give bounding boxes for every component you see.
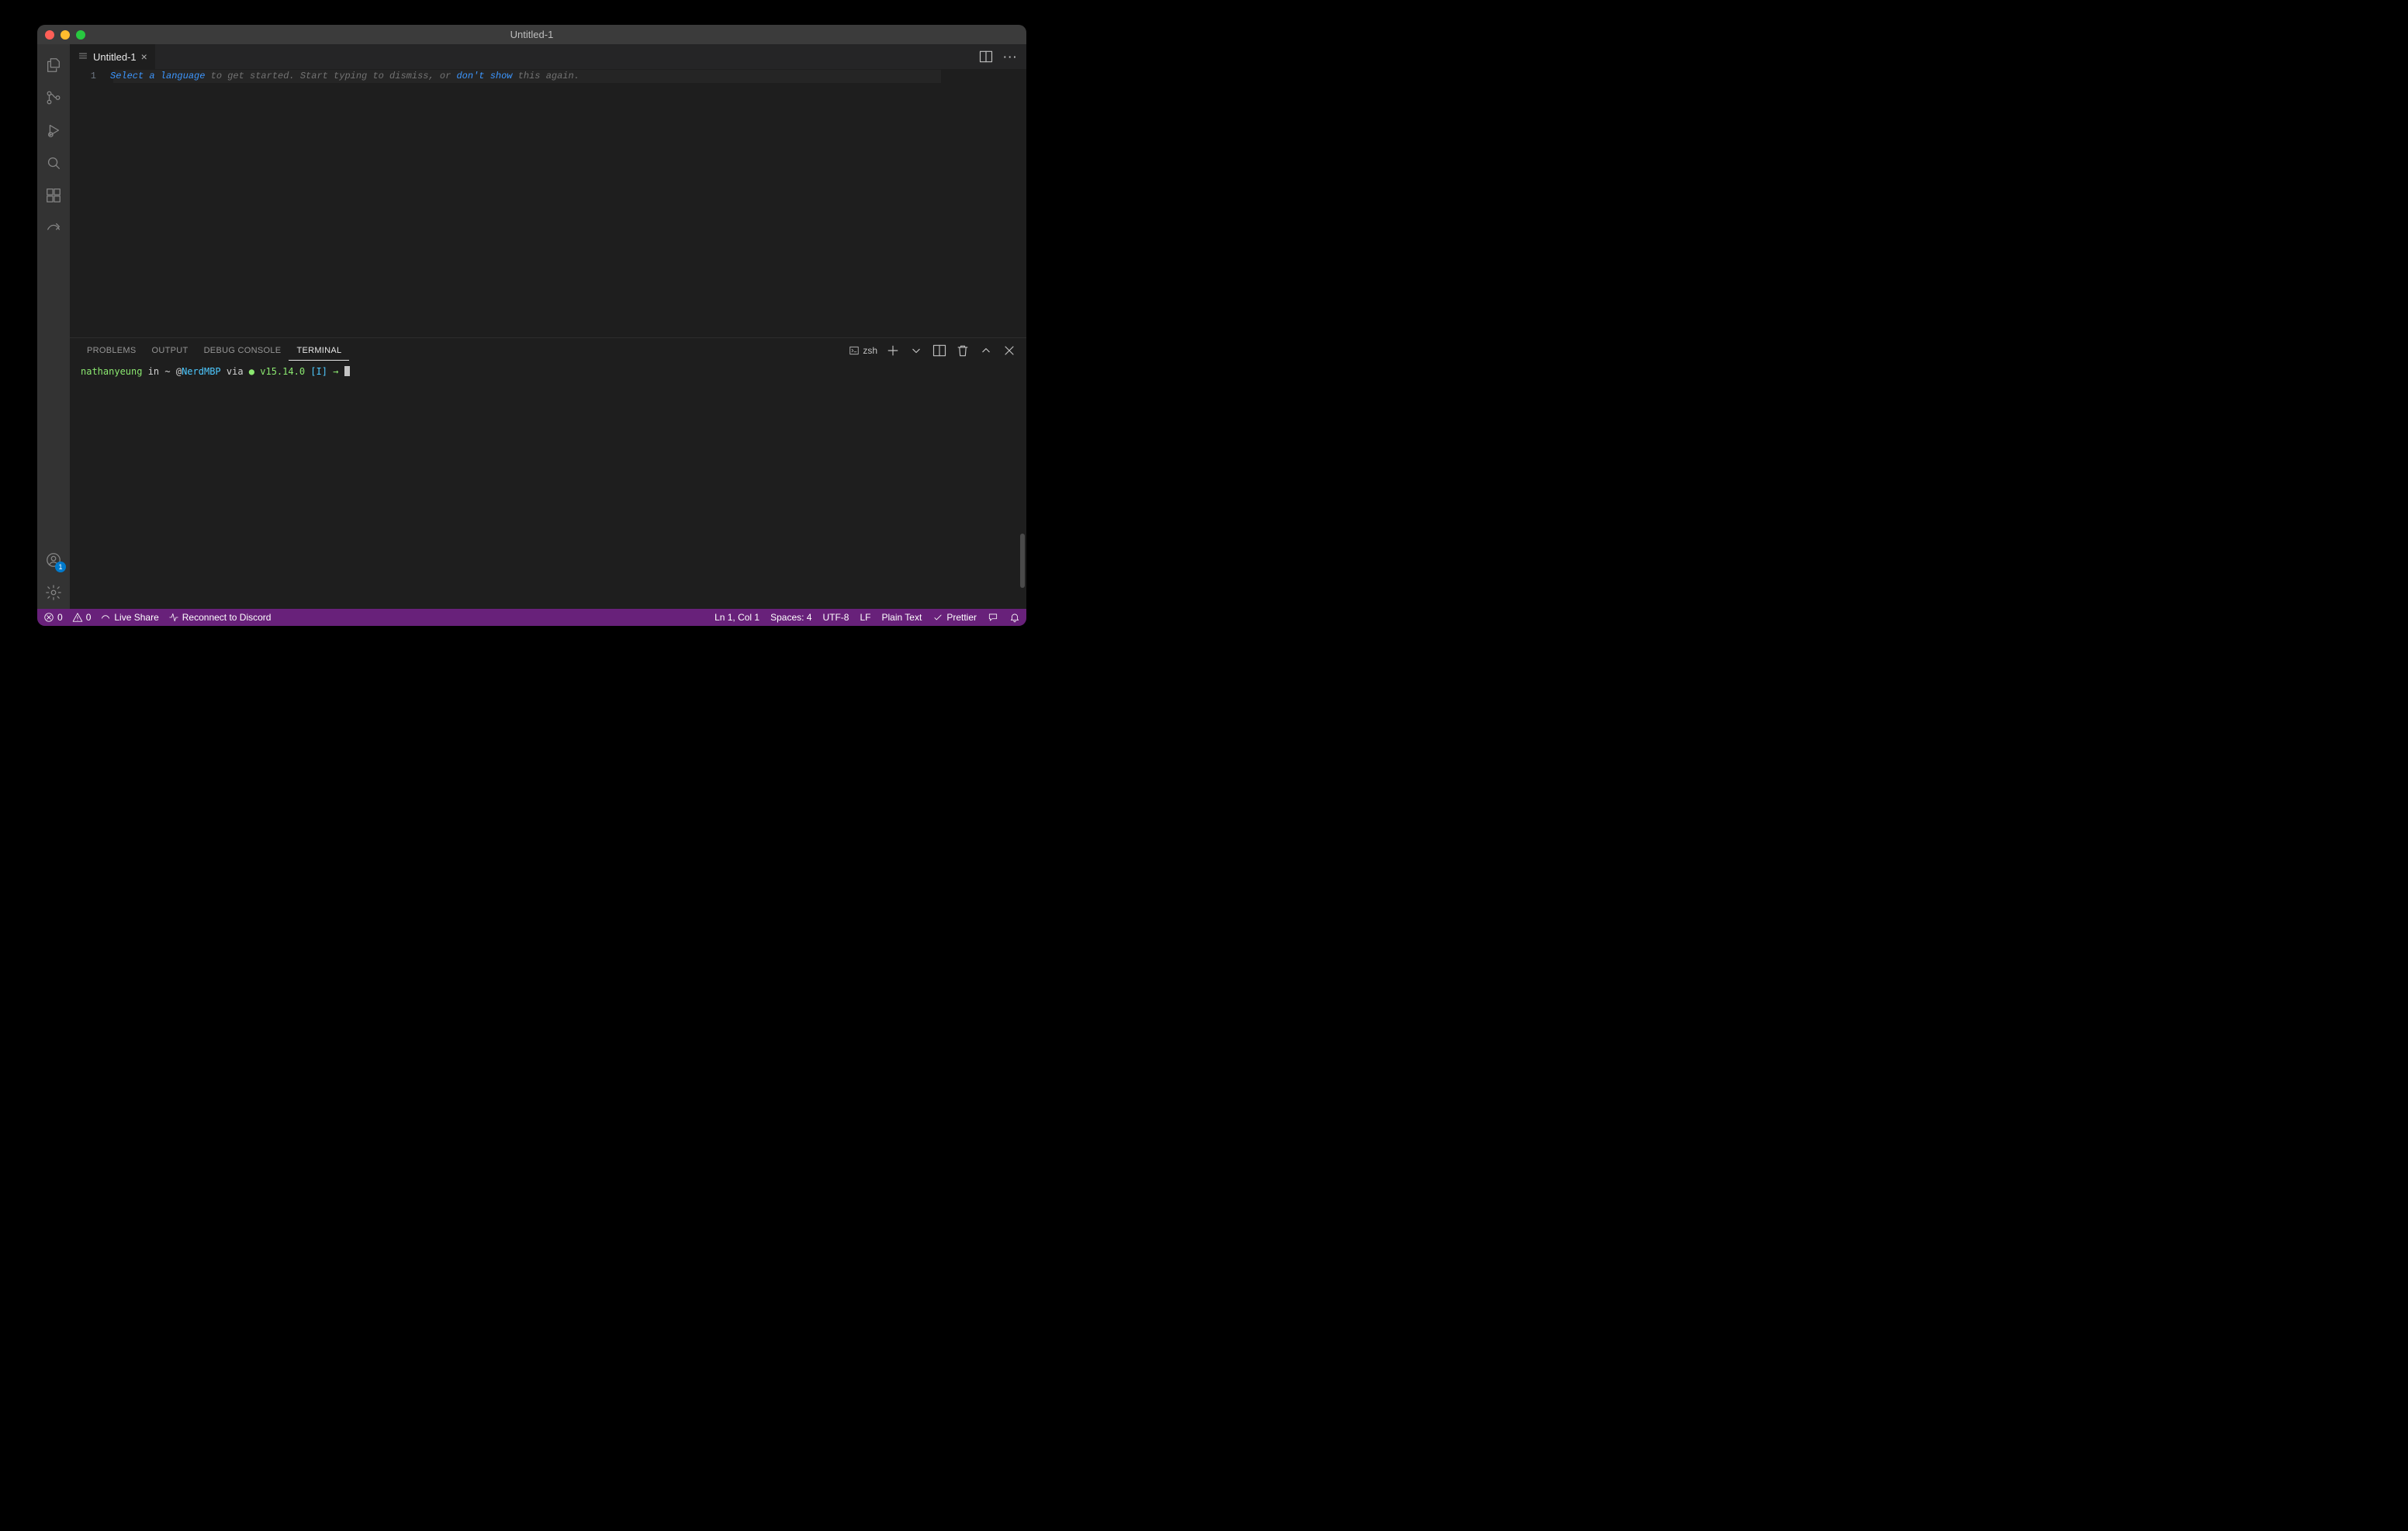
source-control-icon[interactable] xyxy=(37,81,70,114)
tab-problems[interactable]: PROBLEMS xyxy=(79,341,144,360)
accounts-icon[interactable]: 1 xyxy=(37,544,70,576)
status-ln-col[interactable]: Ln 1, Col 1 xyxy=(714,612,759,623)
tab-debug-console[interactable]: DEBUG CONSOLE xyxy=(196,341,289,360)
tab-output[interactable]: OUTPUT xyxy=(144,341,196,360)
maximize-panel-icon[interactable] xyxy=(978,343,994,358)
status-language[interactable]: Plain Text xyxy=(882,612,922,623)
file-icon xyxy=(78,50,88,64)
terminal-prompt: nathanyeung in ~ @NerdMBP via ● v15.14.0… xyxy=(81,366,1015,377)
editor-tab-bar: Untitled-1 × ··· xyxy=(70,44,1026,69)
tab-terminal[interactable]: TERMINAL xyxy=(289,341,349,361)
accounts-badge: 1 xyxy=(55,562,66,572)
terminal-shell-label[interactable]: zsh xyxy=(849,345,877,356)
terminal-body[interactable]: nathanyeung in ~ @NerdMBP via ● v15.14.0… xyxy=(70,363,1026,609)
new-terminal-icon[interactable] xyxy=(885,343,901,358)
split-terminal-icon[interactable] xyxy=(932,343,947,358)
status-errors[interactable]: 0 xyxy=(43,612,63,623)
kill-terminal-icon[interactable] xyxy=(955,343,970,358)
status-live-share[interactable]: Live Share xyxy=(100,612,158,623)
editor-area[interactable]: 1 Select a language to get started. Star… xyxy=(70,69,1026,337)
terminal-dropdown-icon[interactable] xyxy=(908,343,924,358)
status-warnings[interactable]: 0 xyxy=(72,612,92,623)
status-spaces[interactable]: Spaces: 4 xyxy=(770,612,811,623)
status-bell-icon[interactable] xyxy=(1009,612,1020,623)
line-number: 1 xyxy=(70,71,110,81)
explorer-icon[interactable] xyxy=(37,49,70,81)
title-bar[interactable]: Untitled-1 xyxy=(37,25,1026,44)
panel-tab-bar: PROBLEMS OUTPUT DEBUG CONSOLE TERMINAL z… xyxy=(70,338,1026,363)
window-body: 1 Untitled-1 × ··· xyxy=(37,44,1026,609)
status-bar: 0 0 Live Share Reconnect to Discord Ln 1… xyxy=(37,609,1026,626)
status-eol[interactable]: LF xyxy=(860,612,870,623)
current-line-highlight xyxy=(113,70,941,83)
close-panel-icon[interactable] xyxy=(1002,343,1017,358)
bottom-panel: PROBLEMS OUTPUT DEBUG CONSOLE TERMINAL z… xyxy=(70,337,1026,609)
terminal-scrollbar[interactable] xyxy=(1020,534,1025,588)
activity-bar: 1 xyxy=(37,44,70,609)
split-editor-icon[interactable] xyxy=(978,49,994,64)
status-prettier[interactable]: Prettier xyxy=(932,612,977,623)
status-feedback-icon[interactable] xyxy=(988,612,998,623)
search-icon[interactable] xyxy=(37,147,70,179)
editor-tab[interactable]: Untitled-1 × xyxy=(70,44,155,69)
close-tab-icon[interactable]: × xyxy=(141,51,147,62)
extensions-icon[interactable] xyxy=(37,179,70,212)
status-encoding[interactable]: UTF-8 xyxy=(822,612,849,623)
terminal-cursor xyxy=(344,366,350,376)
more-actions-icon[interactable]: ··· xyxy=(1003,49,1019,64)
tab-label: Untitled-1 xyxy=(93,51,137,63)
status-reconnect-discord[interactable]: Reconnect to Discord xyxy=(168,612,272,623)
run-debug-icon[interactable] xyxy=(37,114,70,147)
window-title: Untitled-1 xyxy=(37,29,1026,40)
vscode-window: Untitled-1 1 xyxy=(37,25,1026,626)
main-area: Untitled-1 × ··· 1 Select a language to … xyxy=(70,44,1026,609)
live-share-icon[interactable] xyxy=(37,212,70,244)
settings-gear-icon[interactable] xyxy=(37,576,70,609)
